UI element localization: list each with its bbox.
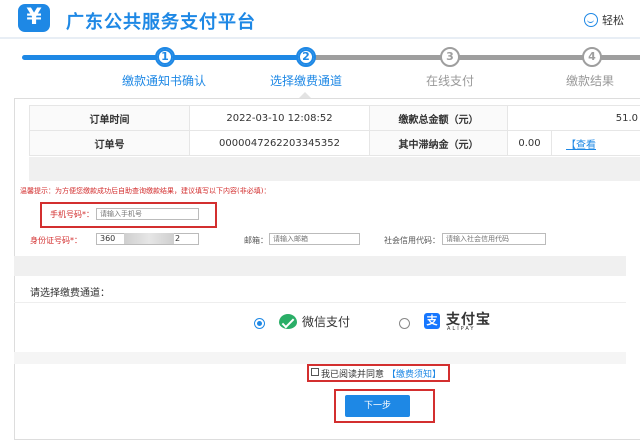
alipay-radio[interactable] (399, 318, 410, 329)
id-number-prefix: 360 (100, 234, 116, 243)
section-spacer (29, 157, 640, 181)
header-divider (0, 37, 640, 39)
table-row: 订单时间 2022-03-10 12:08:52 缴款总金额（元） 51.0 (29, 105, 640, 131)
id-redaction-blur (124, 233, 174, 244)
step-3-label: 在线支付 (425, 74, 474, 88)
alipay-icon: 支 (424, 313, 440, 329)
step-4-circle: 4 (582, 47, 602, 67)
wechat-pay-label[interactable]: 微信支付 (302, 313, 350, 330)
channel-prompt: 请选择缴费通道： (30, 288, 110, 299)
step-1-label: 缴款通知书确认 (121, 74, 206, 88)
order-number-value: 0000047262203345352 (189, 130, 370, 156)
agreement-text: 我已阅读并同意 (321, 370, 385, 380)
phone-label: 手机号码*： (50, 210, 94, 219)
late-fee-label: 其中滞纳金（元） (369, 130, 508, 156)
order-time-value: 2022-03-10 12:08:52 (189, 105, 370, 131)
wechat-pay-icon (279, 314, 297, 329)
total-amount-label: 缴款总金额（元） (369, 105, 508, 131)
section-spacer (14, 256, 626, 276)
wechat-radio[interactable] (254, 318, 265, 329)
smile-icon (584, 13, 598, 27)
header: ¥ 广东公共服务支付平台 轻松 (0, 0, 640, 39)
step-3-circle: 3 (440, 47, 460, 67)
easy-mode-label: 轻松 (602, 14, 624, 27)
late-fee-value: 0.00 (507, 130, 552, 156)
site-title: 广东公共服务支付平台 (66, 12, 256, 33)
table-row: 订单号 0000047262203345352 其中滞纳金（元） 0.00 【查… (29, 130, 640, 156)
alipay-sub-label: ALIPAY (447, 326, 476, 332)
agree-checkbox[interactable] (311, 368, 319, 376)
step-2-label: 选择缴费通道 (269, 74, 342, 88)
yuan-logo-icon: ¥ (18, 4, 50, 32)
order-number-label: 订单号 (29, 130, 190, 156)
next-step-button[interactable]: 下一步 (345, 395, 410, 417)
email-input[interactable] (269, 233, 360, 245)
order-time-label: 订单时间 (29, 105, 190, 131)
view-details-link[interactable]: 【查看 (566, 140, 596, 151)
payment-notice-link[interactable]: 【缴费须知】 (387, 367, 441, 380)
credit-code-input[interactable] (442, 233, 546, 245)
section-spacer (14, 352, 626, 364)
step-1-circle: 1 (155, 47, 175, 67)
id-number-suffix: 2 (175, 234, 181, 243)
credit-code-label: 社会信用代码： (384, 236, 440, 245)
step-4-label: 缴款结果 (565, 74, 614, 88)
phone-input[interactable] (96, 208, 199, 220)
tip-text: 温馨提示：为方便您缴款成功后自助查询缴款结果，建议填写以下内容(非必填)： (20, 187, 271, 195)
total-amount-value: 51.0 (507, 105, 640, 131)
order-info-table: 订单时间 2022-03-10 12:08:52 缴款总金额（元） 51.0 订… (29, 105, 640, 156)
easy-mode-link[interactable]: 轻松 (584, 12, 624, 28)
id-number-label: 身份证号码*： (30, 236, 82, 245)
step-2-circle: 2 (296, 47, 316, 67)
email-label: 邮箱： (244, 236, 268, 245)
divider (14, 302, 626, 303)
